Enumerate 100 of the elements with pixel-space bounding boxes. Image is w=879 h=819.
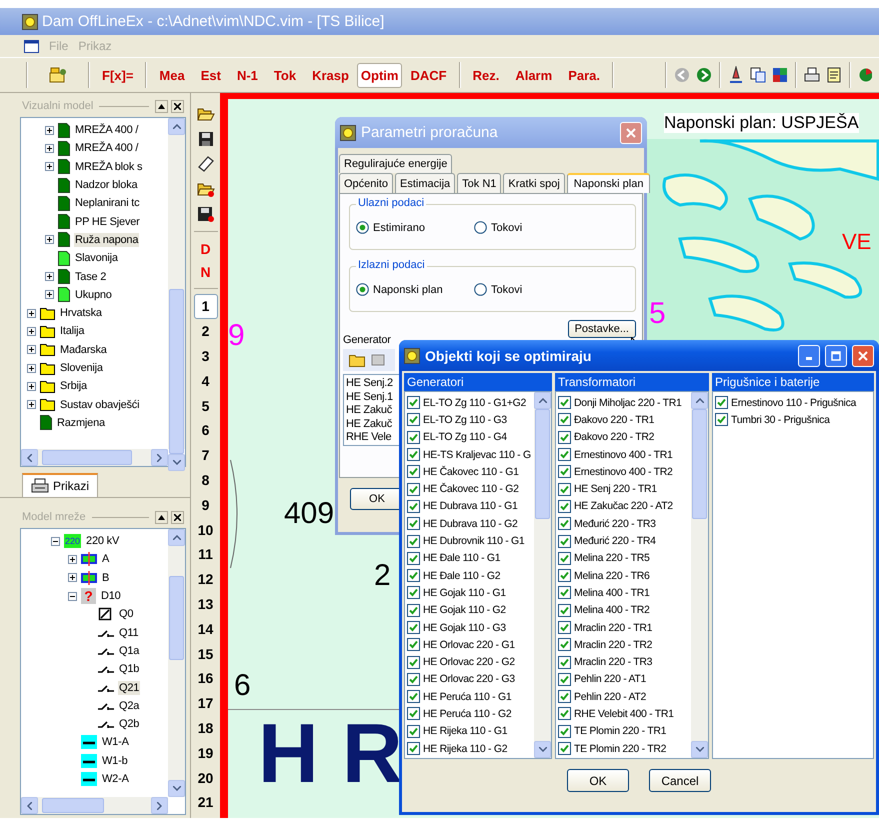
minimize-button[interactable] xyxy=(798,344,820,366)
checkbox[interactable] xyxy=(407,656,420,669)
checkbox-item[interactable]: HE Orlovac 220 - G1 xyxy=(405,636,534,654)
scrollbar[interactable] xyxy=(534,392,551,758)
tree-item[interactable]: MREŽA blok s xyxy=(74,160,144,174)
chevron-down-icon[interactable] xyxy=(538,747,546,752)
tree-item[interactable]: Ukupno xyxy=(74,288,113,302)
page-button[interactable]: 3 xyxy=(194,344,218,368)
checkbox[interactable] xyxy=(407,465,420,478)
page-button[interactable]: 11 xyxy=(194,542,218,567)
checkbox-item[interactable]: HE Rijeka 110 - G2 xyxy=(405,740,534,758)
expand-toggle[interactable] xyxy=(45,235,54,244)
checkbox[interactable] xyxy=(407,690,420,704)
checkbox-item[interactable]: HE Đale 110 - G2 xyxy=(405,566,534,584)
expand-toggle[interactable] xyxy=(68,592,77,601)
page-button[interactable]: 10 xyxy=(194,517,218,542)
tree-item[interactable]: A xyxy=(101,552,110,566)
expand-toggle[interactable] xyxy=(45,126,54,135)
page-button[interactable]: 17 xyxy=(194,690,218,716)
checkbox[interactable] xyxy=(558,448,571,462)
toolbar-button[interactable]: Tok xyxy=(266,62,304,88)
tree-item[interactable]: Q2b xyxy=(118,717,140,732)
page-button[interactable]: 7 xyxy=(194,442,218,468)
expand-toggle[interactable] xyxy=(27,308,36,318)
toolbar-button[interactable]: N-1 xyxy=(228,62,266,88)
checkbox[interactable] xyxy=(407,672,420,686)
checkbox-item[interactable]: Melina 220 - TR5 xyxy=(556,550,691,567)
checkbox-item[interactable]: Pehlin 220 - AT1 xyxy=(556,670,691,688)
radio-option[interactable]: Naponski plan xyxy=(356,283,474,296)
page-button[interactable]: 14 xyxy=(194,616,218,642)
checkbox-item[interactable]: Donji Miholjac 220 - TR1 xyxy=(556,394,691,412)
tree-item[interactable]: Ruža napona xyxy=(74,232,140,247)
expand-toggle[interactable] xyxy=(45,272,54,282)
tree-item[interactable]: Razmjena xyxy=(56,416,106,430)
checkbox[interactable] xyxy=(407,569,420,582)
dialog-tab[interactable]: Kratki spoj xyxy=(503,173,565,193)
toolbar-button[interactable]: Krasp xyxy=(304,62,357,88)
checkbox-item[interactable]: HE Rijeka 110 - G1 xyxy=(405,722,534,740)
dialog-tab[interactable]: Općenito xyxy=(339,173,394,193)
page-button[interactable]: 5 xyxy=(194,393,218,418)
checkbox[interactable] xyxy=(407,448,420,462)
checkbox-item[interactable]: HE Dubrava 110 - G2 xyxy=(405,515,534,532)
dialog-tab[interactable]: Estimacija xyxy=(395,173,456,193)
checkbox[interactable] xyxy=(558,672,571,686)
toolbar-button[interactable]: Alarm xyxy=(507,62,560,88)
checkbox[interactable] xyxy=(407,586,420,600)
checkbox[interactable] xyxy=(407,534,420,548)
expand-toggle[interactable] xyxy=(27,364,36,372)
checkbox[interactable] xyxy=(407,621,420,634)
scroll-right-button[interactable] xyxy=(151,449,168,466)
page-button[interactable]: 18 xyxy=(194,716,218,740)
device-icon[interactable] xyxy=(371,353,385,367)
toolbar-button[interactable]: Rez. xyxy=(464,62,508,88)
checkbox[interactable] xyxy=(407,396,420,410)
page-button[interactable]: 20 xyxy=(194,765,218,790)
radio-button[interactable] xyxy=(474,221,487,234)
pin-button[interactable] xyxy=(155,510,168,524)
checkbox-item[interactable]: Tumbri 30 - Prigušnica xyxy=(713,411,873,429)
chevron-down-icon[interactable] xyxy=(696,747,704,752)
scroll-left-button[interactable] xyxy=(21,797,38,814)
folder-icon[interactable] xyxy=(349,353,365,367)
tree-item[interactable]: Q11 xyxy=(118,626,140,640)
page-button[interactable]: 4 xyxy=(194,368,218,394)
radio-option[interactable]: Tokovi xyxy=(474,283,592,296)
expand-toggle[interactable] xyxy=(68,554,77,564)
checkbox[interactable] xyxy=(558,517,571,530)
tree-item[interactable]: Slovenija xyxy=(59,361,104,375)
checkbox-item[interactable]: Pehlin 220 - AT2 xyxy=(556,688,691,706)
checkbox[interactable] xyxy=(558,482,571,496)
checkbox-item[interactable]: HE Gojak 110 - G3 xyxy=(405,618,534,636)
checkbox-item[interactable]: EL-TO Zg 110 - G1+G2 xyxy=(405,394,534,412)
tree-item[interactable]: Q0 xyxy=(118,607,134,622)
tree-item[interactable]: PP HE Sjever xyxy=(74,214,141,229)
checkbox-item[interactable]: RHE Velebit 400 - TR1 xyxy=(556,705,691,723)
tree-item[interactable]: B xyxy=(101,570,110,585)
settings-button[interactable]: Postavke... xyxy=(568,320,636,338)
checkbox[interactable] xyxy=(715,396,728,410)
checkbox-item[interactable]: TE Plomin 220 - TR2 xyxy=(556,740,691,758)
expand-toggle[interactable] xyxy=(45,290,54,300)
checkbox-item[interactable]: HE-TS Kraljevac 110 - G xyxy=(405,446,534,464)
checkbox[interactable] xyxy=(558,638,571,652)
checkbox-item[interactable]: Melina 400 - TR2 xyxy=(556,602,691,619)
scroll-right-button[interactable] xyxy=(151,797,168,814)
expand-toggle[interactable] xyxy=(27,326,36,336)
expand-toggle[interactable] xyxy=(51,536,60,546)
tree-item[interactable]: Tase 2 xyxy=(74,270,108,284)
checkbox[interactable] xyxy=(407,724,420,738)
checkbox-item[interactable]: HE Dubrovnik 110 - G1 xyxy=(405,532,534,550)
expand-toggle[interactable] xyxy=(68,573,77,582)
checkbox[interactable] xyxy=(558,586,571,600)
toolbar-button[interactable]: Mea xyxy=(151,62,193,88)
checkbox-item[interactable]: HE Orlovac 220 - G2 xyxy=(405,653,534,671)
checkbox[interactable] xyxy=(558,500,571,513)
scroll-left-button[interactable] xyxy=(21,449,38,466)
toolbar-button[interactable]: F[x]= xyxy=(94,62,142,88)
mode-button[interactable]: D xyxy=(200,237,211,260)
panel-tab[interactable]: Prikazi xyxy=(22,473,98,497)
list-item[interactable]: HE Zakuč xyxy=(346,404,392,418)
toolbar-button[interactable]: Para. xyxy=(560,62,608,88)
close-button[interactable] xyxy=(171,510,184,524)
